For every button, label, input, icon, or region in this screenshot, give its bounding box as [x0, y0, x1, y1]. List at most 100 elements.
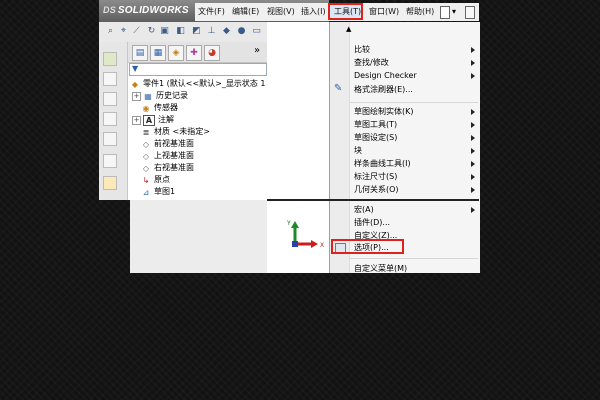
- view-icon[interactable]: ▣: [159, 26, 170, 37]
- zoom-icon[interactable]: ⌕: [105, 26, 116, 37]
- submenu-arrow-icon: [471, 148, 475, 154]
- expand-icon[interactable]: +: [132, 116, 141, 125]
- scroll-up-icon[interactable]: ▲: [346, 25, 351, 33]
- menu-file[interactable]: 文件(F): [198, 4, 225, 20]
- tree-item-sensors[interactable]: ◉ 传感器: [141, 102, 179, 114]
- filter-input[interactable]: ▼: [129, 63, 267, 76]
- tree-item-sketch1[interactable]: ⊿ 草图1: [141, 186, 175, 198]
- submenu-arrow-icon: [471, 109, 475, 115]
- boundary-icon[interactable]: [103, 132, 117, 146]
- menu-item-find-modify[interactable]: 查找/修改: [354, 56, 389, 69]
- annotation-icon: A: [143, 115, 155, 126]
- submenu-arrow-icon: [471, 174, 475, 180]
- menu-item-dimensions[interactable]: 标注尺寸(S): [354, 170, 397, 183]
- menu-icon-gutter: [330, 22, 350, 273]
- solidworks-window: DS SOLIDWORKS ⌕ ⌖ ⟋ ↻ ▣ ◧ ◩ ⊥ ◆ ● ▭ ▤ ▦ ◈…: [99, 0, 267, 200]
- options-highlight: [331, 239, 404, 254]
- tree-item-top-plane[interactable]: ◇ 上视基准面: [141, 150, 194, 162]
- revolve-icon[interactable]: [103, 72, 117, 86]
- plane-icon: ◇: [142, 152, 150, 161]
- part-icon: ◆: [131, 80, 139, 89]
- crop-divider: [329, 199, 479, 201]
- cut-icon[interactable]: [103, 154, 117, 168]
- submenu-arrow-icon: [471, 60, 475, 66]
- feature-manager-panel: ▤ ▦ ◈ ✚ ◕ » ▼ ◆ 零件1 (默认<<默认>_显示状态 1 + ▦ 历史记…: [128, 42, 267, 200]
- rotate-icon[interactable]: ↻: [146, 26, 157, 37]
- menu-item-format-painter[interactable]: 格式涂刷器(E)...: [354, 83, 413, 96]
- submenu-arrow-icon: [471, 161, 475, 167]
- triad-x-label: X: [320, 242, 324, 249]
- history-icon: ▦: [144, 92, 152, 101]
- feature-manager-tabs: ▤ ▦ ◈ ✚ ◕ »: [128, 42, 267, 63]
- standard-toolbar: ⌕ ⌖ ⟋ ↻ ▣ ◧ ◩ ⊥ ◆ ● ▭: [99, 22, 267, 43]
- tree-item-front-plane[interactable]: ◇ 前视基准面: [141, 138, 194, 150]
- menu-item-compare[interactable]: 比较: [354, 43, 370, 56]
- triad-y-arrow: [291, 221, 299, 228]
- expand-icon[interactable]: +: [132, 92, 141, 101]
- property-tab-icon[interactable]: ▦: [150, 45, 166, 61]
- tree-root-part[interactable]: ◆ 零件1 (默认<<默认>_显示状态 1: [130, 78, 266, 90]
- tree-item-right-plane[interactable]: ◇ 右视基准面: [141, 162, 194, 174]
- command-manager-strip: [99, 42, 128, 200]
- menu-item-spline-tools[interactable]: 样条曲线工具(I): [354, 157, 411, 170]
- tree-item-origin[interactable]: ↳ 原点: [141, 174, 170, 186]
- triad-x-arrow: [311, 240, 318, 248]
- submenu-arrow-icon: [471, 135, 475, 141]
- menu-view[interactable]: 视图(V): [267, 4, 295, 20]
- open-document-icon[interactable]: [465, 6, 475, 19]
- submenu-arrow-icon: [471, 47, 475, 53]
- extrude-icon[interactable]: [103, 52, 117, 66]
- menu-tools[interactable]: 工具(T): [334, 4, 361, 20]
- menu-item-relations[interactable]: 几何关系(O): [354, 183, 399, 196]
- origin-icon: ↳: [142, 176, 150, 185]
- select-icon[interactable]: ⌖: [118, 26, 129, 37]
- new-document-icon[interactable]: [440, 6, 450, 19]
- submenu-arrow-icon: [471, 207, 475, 213]
- menu-item-add-ins[interactable]: 插件(D)...: [354, 216, 390, 229]
- menu-item-design-checker[interactable]: Design Checker: [354, 69, 417, 82]
- menu-separator: [350, 258, 478, 259]
- tree-item-material[interactable]: ≣ 材质 <未指定>: [141, 126, 210, 138]
- menu-separator: [350, 102, 478, 103]
- sketch-icon: ⊿: [142, 188, 150, 197]
- tree-item-history[interactable]: + ▦ 历史记录: [132, 90, 188, 102]
- appearance-icon[interactable]: ◆: [221, 26, 232, 37]
- solidworks-logo: DS SOLIDWORKS: [103, 5, 189, 16]
- feature-tree-tab-icon[interactable]: ▤: [132, 45, 148, 61]
- menu-item-sketch-tools[interactable]: 草图工具(T): [354, 118, 397, 131]
- sweep-icon[interactable]: [103, 92, 117, 106]
- display-style-icon[interactable]: ◧: [175, 26, 186, 37]
- menu-help[interactable]: 帮助(H): [406, 4, 434, 20]
- hide-show-icon[interactable]: ◩: [191, 26, 202, 37]
- menu-edit[interactable]: 编辑(E): [232, 4, 259, 20]
- configuration-tab-icon[interactable]: ◈: [168, 45, 184, 61]
- collapse-panel-icon[interactable]: »: [254, 45, 260, 56]
- lower-panel: [130, 200, 268, 273]
- smart-dimension-icon[interactable]: ⟋: [131, 26, 142, 37]
- format-painter-icon: ✎: [334, 83, 343, 94]
- plane-icon: ◇: [142, 164, 150, 173]
- submenu-arrow-icon: [471, 73, 475, 79]
- menu-item-customize-menu[interactable]: 自定义菜单(M): [354, 262, 407, 275]
- section-view-icon[interactable]: ⊥: [206, 26, 217, 37]
- fillet-icon[interactable]: [103, 176, 117, 190]
- display-tab-icon[interactable]: ◕: [204, 45, 220, 61]
- graphics-area[interactable]: Y X: [267, 22, 329, 273]
- triad-origin: [292, 241, 298, 247]
- display-icon[interactable]: ▭: [251, 26, 262, 37]
- scene-icon[interactable]: ●: [236, 26, 247, 37]
- menu-item-sketch-entities[interactable]: 草图绘制实体(K): [354, 105, 414, 118]
- dimxpert-tab-icon[interactable]: ✚: [186, 45, 202, 61]
- menu-item-macro[interactable]: 宏(A): [354, 203, 374, 216]
- sensor-icon: ◉: [142, 104, 150, 113]
- tree-item-annotations[interactable]: + A 注解: [132, 114, 174, 126]
- loft-icon[interactable]: [103, 112, 117, 126]
- menu-insert[interactable]: 插入(I): [301, 4, 326, 20]
- menu-window[interactable]: 窗口(W): [369, 4, 399, 20]
- material-icon: ≣: [142, 128, 150, 137]
- plane-icon: ◇: [142, 140, 150, 149]
- dropdown-arrow-icon[interactable]: ▾: [452, 6, 456, 17]
- menu-item-sketch-settings[interactable]: 草图设定(S): [354, 131, 397, 144]
- menu-item-blocks[interactable]: 块: [354, 144, 362, 157]
- triad-y-label: Y: [286, 220, 291, 227]
